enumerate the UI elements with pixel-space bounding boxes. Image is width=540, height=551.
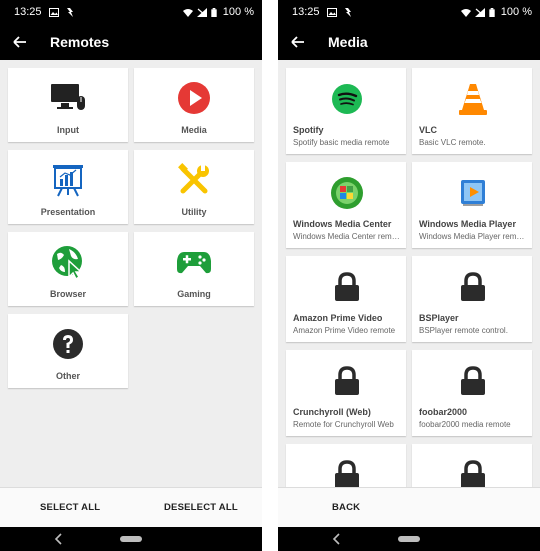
lock-icon xyxy=(335,366,359,395)
battery-icon xyxy=(211,7,217,17)
image-notification-icon xyxy=(326,7,337,17)
media-item-desc: BSPlayer remote control. xyxy=(419,326,508,335)
app-bar: Media xyxy=(278,24,540,60)
battery-percent: 100 % xyxy=(500,6,532,18)
media-item-name: BSPlayer xyxy=(419,313,459,323)
status-time: 13:25 xyxy=(292,6,320,18)
tile-other[interactable]: Other xyxy=(8,314,128,388)
download-notification-icon xyxy=(66,7,73,17)
deselect-all-button[interactable]: DESELECT ALL xyxy=(164,502,238,513)
tile-label: Presentation xyxy=(40,207,96,217)
remotes-grid: Input Media Presentation Utility Browser… xyxy=(0,60,262,487)
navigation-bar xyxy=(0,527,262,551)
remotes-screen: 13:25 100 % Remotes Input Media Presenta… xyxy=(0,0,262,551)
bottom-actions: SELECT ALL DESELECT ALL xyxy=(0,487,262,527)
lock-icon xyxy=(461,460,485,487)
monitor-mouse-icon xyxy=(51,84,85,110)
media-item-windows-media-player[interactable]: Windows Media Player Windows Media Playe… xyxy=(412,162,532,248)
battery-icon xyxy=(489,7,495,17)
media-item-desc: Spotify basic media remote xyxy=(293,138,390,147)
media-item-name: Windows Media Player xyxy=(419,219,516,229)
status-time: 13:25 xyxy=(14,6,42,18)
media-item-bsplayer[interactable]: BSPlayer BSPlayer remote control. xyxy=(412,256,532,342)
signal-off-icon xyxy=(196,7,207,17)
tile-label: Utility xyxy=(181,207,207,217)
tile-label: Media xyxy=(181,125,207,135)
media-item-name: Crunchyroll (Web) xyxy=(293,407,371,417)
vlc-cone-icon xyxy=(459,84,487,115)
media-item-spotify[interactable]: Spotify Spotify basic media remote xyxy=(286,68,406,154)
globe-cursor-icon xyxy=(52,246,83,279)
media-item-name: Spotify xyxy=(293,125,324,135)
wifi-icon xyxy=(182,8,193,17)
download-notification-icon xyxy=(344,7,351,17)
media-item-desc: Remote for Crunchyroll Web xyxy=(293,420,394,429)
app-bar: Remotes xyxy=(0,24,262,60)
tile-input[interactable]: Input xyxy=(8,68,128,142)
media-item-desc: Basic VLC remote. xyxy=(419,138,486,147)
page-title: Media xyxy=(328,34,368,50)
navigation-bar xyxy=(278,527,540,551)
back-arrow-button[interactable] xyxy=(280,24,316,60)
battery-percent: 100 % xyxy=(222,6,254,18)
media-item-desc: foobar2000 media remote xyxy=(419,420,511,429)
back-arrow-icon xyxy=(13,36,26,48)
tile-label: Other xyxy=(55,371,80,381)
status-bar: 13:25 100 % xyxy=(0,0,262,24)
nav-back-icon[interactable] xyxy=(54,533,64,545)
nav-home-pill[interactable] xyxy=(120,536,142,542)
back-arrow-icon xyxy=(291,36,304,48)
tile-label: Browser xyxy=(49,289,86,299)
nav-home-pill[interactable] xyxy=(398,536,420,542)
signal-off-icon xyxy=(474,7,485,17)
media-item-foobar2000[interactable]: foobar2000 foobar2000 media remote xyxy=(412,350,532,436)
lock-icon xyxy=(461,272,485,301)
wifi-icon xyxy=(460,8,471,17)
page-title: Remotes xyxy=(50,34,110,50)
lock-icon xyxy=(461,366,485,395)
bottom-actions: BACK xyxy=(278,487,540,527)
media-item-windows-media-center[interactable]: Windows Media Center Windows Media Cente… xyxy=(286,162,406,248)
tile-browser[interactable]: Browser xyxy=(8,232,128,306)
media-item-desc: Amazon Prime Video remote xyxy=(293,326,396,335)
tile-presentation[interactable]: Presentation xyxy=(8,150,128,224)
lock-icon xyxy=(335,272,359,301)
help-icon xyxy=(53,329,83,359)
media-item-locked[interactable] xyxy=(286,444,406,487)
media-item-desc: Windows Media Center remote xyxy=(293,232,401,241)
image-notification-icon xyxy=(48,7,59,17)
status-bar: 13:25 100 % xyxy=(278,0,540,24)
tile-media[interactable]: Media xyxy=(134,68,254,142)
media-screen: 13:25 100 % Media Spotify Spotify basic … xyxy=(278,0,540,551)
media-item-name: Windows Media Center xyxy=(293,219,392,229)
spotify-icon xyxy=(332,84,362,114)
media-item-desc: Windows Media Player remote xyxy=(419,232,527,241)
gamepad-icon xyxy=(177,252,211,274)
media-item-name: foobar2000 xyxy=(419,407,468,417)
play-icon xyxy=(178,82,210,114)
back-button[interactable]: BACK xyxy=(332,502,360,513)
tile-label: Input xyxy=(57,125,79,135)
select-all-button[interactable]: SELECT ALL xyxy=(40,502,100,513)
media-item-crunchyroll[interactable]: Crunchyroll (Web) Remote for Crunchyroll… xyxy=(286,350,406,436)
tile-utility[interactable]: Utility xyxy=(134,150,254,224)
presentation-board-icon xyxy=(53,165,83,197)
windows-media-player-icon xyxy=(461,180,485,206)
back-arrow-button[interactable] xyxy=(2,24,38,60)
nav-back-icon[interactable] xyxy=(332,533,342,545)
lock-icon xyxy=(335,460,359,487)
media-item-vlc[interactable]: VLC Basic VLC remote. xyxy=(412,68,532,154)
tile-gaming[interactable]: Gaming xyxy=(134,232,254,306)
tools-icon xyxy=(178,163,209,194)
media-item-name: VLC xyxy=(419,125,437,135)
media-grid: Spotify Spotify basic media remote VLC B… xyxy=(278,60,540,487)
media-item-name: Amazon Prime Video xyxy=(293,313,383,323)
windows-media-center-icon xyxy=(331,177,363,209)
media-item-locked[interactable] xyxy=(412,444,532,487)
media-item-amazon-prime-video[interactable]: Amazon Prime Video Amazon Prime Video re… xyxy=(286,256,406,342)
tile-label: Gaming xyxy=(177,289,211,299)
